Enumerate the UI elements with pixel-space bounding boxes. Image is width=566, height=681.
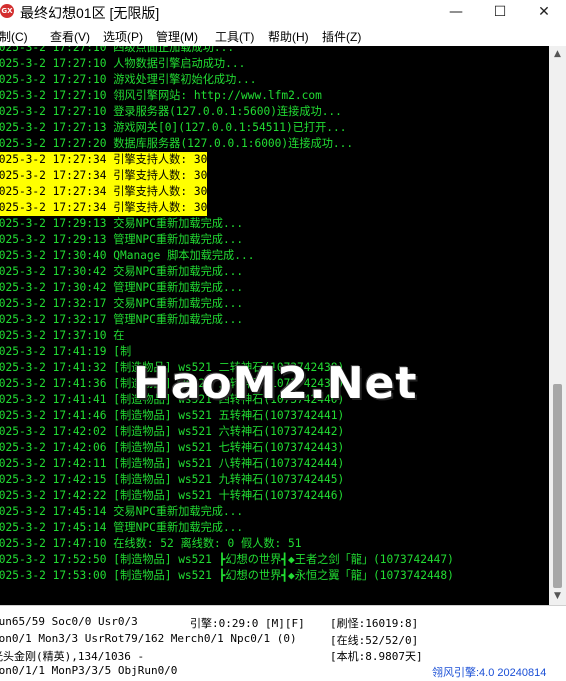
log-line: 2025-3-2 17:42:15 [制造物品] ws521 九转神石(1073…	[0, 473, 345, 486]
log-line: 2025-3-2 17:41:19 [制	[0, 345, 132, 358]
log-line: 2025-3-2 17:30:40 QManage 脚本加载完成...	[0, 249, 255, 262]
log-line: 2025-3-2 17:27:34 引擎支持人数: 30	[0, 152, 208, 168]
log-line: 2025-3-2 17:29:13 交易NPC重新加载完成...	[0, 217, 244, 230]
close-button[interactable]: ✕	[522, 0, 566, 24]
log-line: 2025-3-2 17:29:13 管理NPC重新加载完成...	[0, 233, 244, 246]
log-line: 2025-3-2 17:30:42 交易NPC重新加载完成...	[0, 265, 244, 278]
status-monster-refresh: [刷怪:16019:8]	[330, 617, 419, 630]
menu-plugins[interactable]: 插件(Z)	[322, 28, 361, 45]
menu-bar: 控制(C) 查看(V) 选项(P) 管理(M) 工具(T) 帮助(H) 插件(Z…	[0, 24, 566, 47]
status-run-stats: Run65/59 Soc0/0 Usr0/3	[0, 615, 138, 628]
menu-manage[interactable]: 管理(M)	[156, 28, 198, 45]
log-line: 2025-3-2 17:27:20 数据库服务器(127.0.0.1:6000)…	[0, 137, 354, 150]
status-engine-version: 翎风引擎:4.0 20240814	[432, 667, 547, 679]
watermark-text: HaoM2.Net	[133, 358, 418, 409]
scroll-down-icon[interactable]: ▼	[549, 588, 566, 605]
window-title: 最终幻想01区 [无限版]	[20, 5, 160, 21]
maximize-button[interactable]: ☐	[478, 0, 522, 24]
log-console[interactable]: 2025-3-2 17:27:10 四级点面正加载成功... 2025-3-2 1…	[0, 46, 549, 605]
log-line: 2025-3-2 17:32:17 交易NPC重新加载完成...	[0, 297, 244, 310]
app-icon[interactable]: GX	[0, 4, 14, 18]
vertical-scrollbar[interactable]: ▲ ▼	[549, 46, 566, 605]
menu-options[interactable]: 选项(P)	[103, 28, 143, 45]
log-line: 2025-3-2 17:27:34 引擎支持人数: 30	[0, 200, 208, 216]
log-line: 2025-3-2 17:53:00 [制造物品] ws521 ┣幻想の世界┫◆永…	[0, 569, 454, 582]
status-local-days: [本机:8.9807天]	[330, 650, 423, 663]
title-bar: GX 最终幻想01区 [无限版] — ☐ ✕	[0, 0, 566, 24]
log-line: 2025-3-2 17:42:02 [制造物品] ws521 六转神石(1073…	[0, 425, 345, 438]
menu-view[interactable]: 查看(V)	[50, 28, 90, 45]
log-line: 2025-3-2 17:27:34 引擎支持人数: 30	[0, 168, 208, 184]
minimize-button[interactable]: —	[434, 0, 478, 24]
scroll-up-icon[interactable]: ▲	[549, 46, 566, 63]
log-line: 2025-3-2 17:52:50 [制造物品] ws521 ┣幻想の世界┫◆王…	[0, 553, 454, 566]
log-line: 2025-3-2 17:30:42 管理NPC重新加载完成...	[0, 281, 244, 294]
scrollbar-thumb[interactable]	[553, 384, 562, 588]
log-line: 2025-3-2 17:27:34 引擎支持人数: 30	[0, 184, 208, 200]
status-boss-info: 光头金刚(精英),134/1036 -	[0, 650, 145, 663]
log-line: 2025-3-2 17:27:10 四级点面正加载成功...	[0, 46, 235, 54]
log-line: 2025-3-2 17:41:46 [制造物品] ws521 五转神石(1073…	[0, 409, 345, 422]
log-line: 2025-3-2 17:27:13 游戏网关[0](127.0.0.1:5451…	[0, 121, 347, 134]
log-line: 2025-3-2 17:27:10 游戏处理引擎初始化成功...	[0, 73, 257, 86]
log-line: 2025-3-2 17:47:10 在线数: 52 离线数: 0 假人数: 51	[0, 537, 302, 550]
menu-help[interactable]: 帮助(H)	[268, 28, 309, 45]
log-line: 2025-3-2 17:45:14 交易NPC重新加载完成...	[0, 505, 244, 518]
log-line: 2025-3-2 17:42:11 [制造物品] ws521 八转神石(1073…	[0, 457, 345, 470]
status-engine-time: 引擎:0:29:0 [M][F]	[190, 617, 305, 630]
log-line: 2025-3-2 17:42:22 [制造物品] ws521 十转神石(1073…	[0, 489, 345, 502]
log-line: 2025-3-2 17:37:10 在	[0, 329, 125, 342]
menu-tools[interactable]: 工具(T)	[215, 28, 254, 45]
log-line: 2025-3-2 17:27:10 登录服务器(127.0.0.1:5600)连…	[0, 105, 342, 118]
status-online: [在线:52/52/0]	[330, 634, 419, 647]
log-line: 2025-3-2 17:45:14 管理NPC重新加载完成...	[0, 521, 244, 534]
status-object-stats: Mon0/1/1 MonP3/3/5 ObjRun0/0	[0, 664, 178, 677]
log-line: 2025-3-2 17:27:10 人物数据引擎启动成功...	[0, 57, 246, 70]
menu-control[interactable]: 控制(C)	[0, 28, 28, 45]
status-monster-stats: Mon0/1 Mon3/3 UsrRot79/162 Merch0/1 Npc0…	[0, 632, 297, 645]
log-line: 2025-3-2 17:32:17 管理NPC重新加载完成...	[0, 313, 244, 326]
log-line: 2025-3-2 17:42:06 [制造物品] ws521 七转神石(1073…	[0, 441, 345, 454]
log-line: 2025-3-2 17:27:10 翎风引擎网站: http://www.lfm…	[0, 89, 322, 102]
status-bar: Run65/59 Soc0/0 Usr0/3 引擎:0:29:0 [M][F] …	[0, 605, 566, 681]
